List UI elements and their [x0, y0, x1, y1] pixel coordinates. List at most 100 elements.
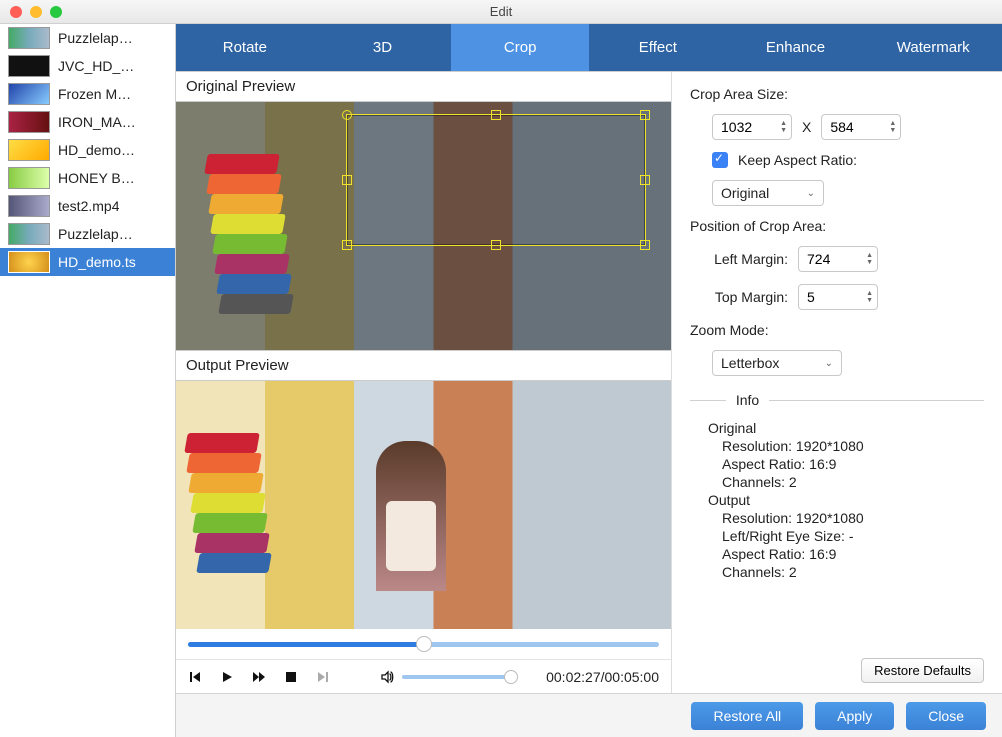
- progress-slider[interactable]: [188, 642, 659, 647]
- titlebar: Edit: [0, 0, 1002, 24]
- left-margin-label: Left Margin:: [700, 251, 788, 267]
- aspect-preset-select[interactable]: Original ⌄: [712, 180, 824, 206]
- tab-watermark[interactable]: Watermark: [864, 24, 1002, 71]
- skip-end-icon[interactable]: [316, 670, 330, 684]
- crop-height-input[interactable]: [830, 119, 870, 135]
- chevron-down-icon: ⌄: [807, 188, 815, 199]
- thumbnail: [8, 195, 50, 217]
- file-item[interactable]: Frozen M…: [0, 80, 175, 108]
- zoom-mode-label: Zoom Mode:: [690, 322, 984, 338]
- crop-handle-tl[interactable]: [342, 110, 352, 120]
- file-item[interactable]: Puzzlelap…: [0, 220, 175, 248]
- thumbnail: [8, 223, 50, 245]
- stepper-down-icon[interactable]: ▼: [866, 297, 873, 304]
- info-original-aspect: Aspect Ratio: 16:9: [708, 456, 984, 472]
- info-output-resolution: Resolution: 1920*1080: [708, 510, 984, 526]
- stepper-down-icon[interactable]: ▼: [780, 127, 787, 134]
- crop-handle-br[interactable]: [640, 240, 650, 250]
- crop-rectangle[interactable]: [346, 114, 646, 246]
- chevron-down-icon: ⌄: [825, 358, 833, 369]
- stepper-down-icon[interactable]: ▼: [889, 127, 896, 134]
- keep-aspect-checkbox[interactable]: [712, 152, 728, 168]
- info-original-resolution: Resolution: 1920*1080: [708, 438, 984, 454]
- crop-width-stepper[interactable]: ▲▼: [712, 114, 792, 140]
- crop-handle-bl[interactable]: [342, 240, 352, 250]
- time-display: 00:02:27/00:05:00: [546, 669, 659, 685]
- playhead-bar: [176, 629, 671, 659]
- volume-knob[interactable]: [504, 670, 518, 684]
- file-name: HD_demo.ts: [58, 254, 136, 270]
- thumbnail: [8, 55, 50, 77]
- stop-icon[interactable]: [284, 670, 298, 684]
- output-preview-label: Output Preview: [176, 350, 671, 381]
- crop-handle-bc[interactable]: [491, 240, 501, 250]
- left-margin-stepper[interactable]: ▲▼: [798, 246, 878, 272]
- file-item[interactable]: Puzzlelap…: [0, 24, 175, 52]
- info-output-eye: Left/Right Eye Size: -: [708, 528, 984, 544]
- left-margin-input[interactable]: [807, 251, 847, 267]
- tab-effect[interactable]: Effect: [589, 24, 727, 71]
- original-preview[interactable]: [176, 102, 671, 350]
- top-margin-stepper[interactable]: ▲▼: [798, 284, 878, 310]
- file-item[interactable]: HONEY B…: [0, 164, 175, 192]
- skip-start-icon[interactable]: [188, 670, 202, 684]
- stepper-up-icon[interactable]: ▲: [780, 120, 787, 127]
- keep-aspect-label: Keep Aspect Ratio:: [738, 152, 857, 168]
- tab-bar: Rotate 3D Crop Effect Enhance Watermark: [176, 24, 1002, 71]
- file-name: IRON_MA…: [58, 114, 136, 130]
- thumbnail: [8, 27, 50, 49]
- top-margin-label: Top Margin:: [700, 289, 788, 305]
- info-heading: Info: [736, 392, 759, 408]
- info-separator: Info: [690, 392, 984, 408]
- output-preview: [176, 381, 671, 629]
- crop-handle-tr[interactable]: [640, 110, 650, 120]
- file-item[interactable]: HD_demo…: [0, 136, 175, 164]
- file-name: Frozen M…: [58, 86, 131, 102]
- stepper-down-icon[interactable]: ▼: [866, 259, 873, 266]
- thumbnail: [8, 251, 50, 273]
- stepper-up-icon[interactable]: ▲: [866, 252, 873, 259]
- crop-width-input[interactable]: [721, 119, 761, 135]
- fast-forward-icon[interactable]: [252, 670, 266, 684]
- info-output-channels: Channels: 2: [708, 564, 984, 580]
- file-name: HD_demo…: [58, 142, 135, 158]
- stepper-up-icon[interactable]: ▲: [889, 120, 896, 127]
- file-name: JVC_HD_…: [58, 58, 134, 74]
- file-item[interactable]: test2.mp4: [0, 192, 175, 220]
- file-item[interactable]: HD_demo.ts: [0, 248, 175, 276]
- close-button[interactable]: Close: [906, 702, 986, 730]
- tab-rotate[interactable]: Rotate: [176, 24, 314, 71]
- crop-handle-tc[interactable]: [491, 110, 501, 120]
- tab-enhance[interactable]: Enhance: [727, 24, 865, 71]
- tab-3d[interactable]: 3D: [314, 24, 452, 71]
- file-name: test2.mp4: [58, 198, 119, 214]
- play-icon[interactable]: [220, 670, 234, 684]
- info-original-channels: Channels: 2: [708, 474, 984, 490]
- file-item[interactable]: JVC_HD_…: [0, 52, 175, 80]
- apply-button[interactable]: Apply: [815, 702, 894, 730]
- thumbnail: [8, 111, 50, 133]
- progress-knob[interactable]: [416, 636, 432, 652]
- info-output-aspect: Aspect Ratio: 16:9: [708, 546, 984, 562]
- file-name: Puzzlelap…: [58, 226, 133, 242]
- tab-crop[interactable]: Crop: [451, 24, 589, 71]
- window-title: Edit: [0, 4, 1002, 19]
- volume-slider[interactable]: [402, 675, 512, 679]
- restore-defaults-button[interactable]: Restore Defaults: [861, 658, 984, 683]
- crop-handle-lc[interactable]: [342, 175, 352, 185]
- thumbnail: [8, 83, 50, 105]
- restore-all-button[interactable]: Restore All: [691, 702, 803, 730]
- volume-icon[interactable]: [380, 670, 394, 684]
- footer: Restore All Apply Close: [176, 693, 1002, 737]
- zoom-mode-select[interactable]: Letterbox⌄: [712, 350, 842, 376]
- thumbnail: [8, 139, 50, 161]
- aspect-preset-value: Original: [721, 185, 769, 201]
- crop-position-label: Position of Crop Area:: [690, 218, 984, 234]
- crop-handle-rc[interactable]: [640, 175, 650, 185]
- crop-size-label: Crop Area Size:: [690, 86, 984, 102]
- stepper-up-icon[interactable]: ▲: [866, 290, 873, 297]
- file-item[interactable]: IRON_MA…: [0, 108, 175, 136]
- crop-height-stepper[interactable]: ▲▼: [821, 114, 901, 140]
- top-margin-input[interactable]: [807, 289, 847, 305]
- info-output-title: Output: [708, 492, 984, 508]
